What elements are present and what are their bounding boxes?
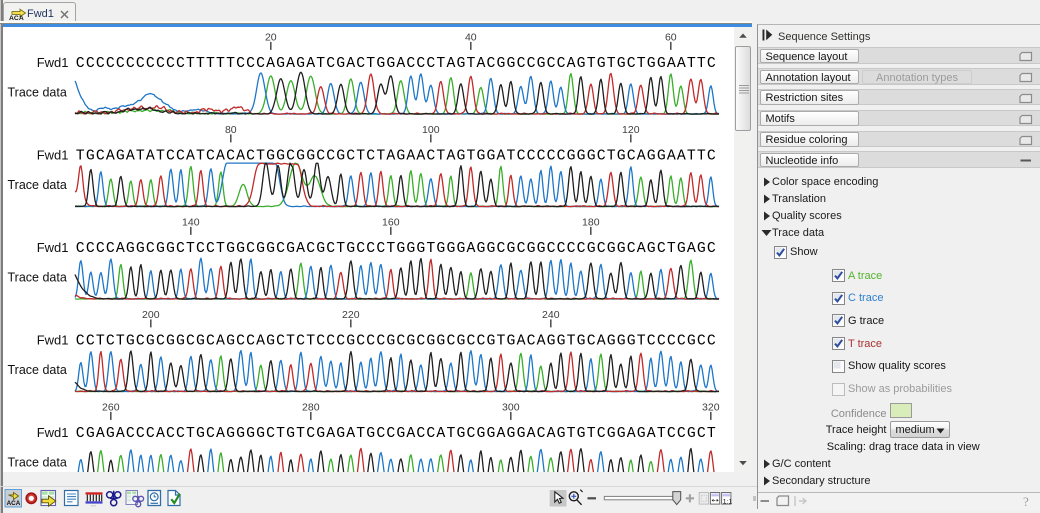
- svg-text:CGAGACCCACCTGCAGGGGCTGTCGAGATG: CGAGACCCACCTGCAGGGGCTGTCGAGATGCCGACCATGC…: [76, 426, 716, 442]
- svg-text:1:1: 1:1: [723, 498, 733, 505]
- svg-text:260: 260: [102, 401, 120, 413]
- svg-text:Fwd1: Fwd1: [37, 425, 69, 440]
- svg-text:280: 280: [302, 401, 320, 413]
- svg-text:120: 120: [622, 124, 640, 136]
- svg-text:Trace data: Trace data: [8, 456, 67, 470]
- svg-text:Fwd1: Fwd1: [37, 333, 69, 348]
- svg-text:Fwd1: Fwd1: [37, 55, 69, 70]
- svg-text:60: 60: [665, 31, 677, 43]
- svg-text:Fwd1: Fwd1: [37, 148, 69, 163]
- svg-text:160: 160: [382, 216, 400, 228]
- svg-text:320: 320: [702, 401, 720, 413]
- svg-text:ACA: ACA: [7, 500, 21, 507]
- svg-text:300: 300: [502, 401, 520, 413]
- svg-text:TGCAGATATCCATCACACTGGCGGCCGCTC: TGCAGATATCCATCACACTGGCGGCCGCTCTAGAACTAGT…: [76, 149, 716, 165]
- svg-text:80: 80: [225, 124, 237, 136]
- svg-text:240: 240: [542, 309, 560, 321]
- svg-text:Trace data: Trace data: [8, 86, 67, 100]
- svg-text:140: 140: [182, 216, 200, 228]
- svg-text:100: 100: [422, 124, 440, 136]
- svg-text:Trace data: Trace data: [8, 363, 67, 377]
- svg-text:Fwd1: Fwd1: [37, 240, 69, 255]
- svg-text:Trace data: Trace data: [8, 271, 67, 285]
- svg-text:40: 40: [465, 31, 477, 43]
- svg-text:180: 180: [582, 216, 600, 228]
- svg-text:20: 20: [265, 31, 277, 43]
- svg-text:200: 200: [142, 309, 160, 321]
- svg-text:CCTCTGCGCGGCGCAGCCAGCTCTCCCGCC: CCTCTGCGCGGCGCAGCCAGCTCTCCCGCCCGCGCGGCGC…: [76, 334, 716, 350]
- svg-text:Trace data: Trace data: [8, 178, 67, 192]
- svg-text:CCCCCCCCCCCTTTTTCCCAGAGATCGACT: CCCCCCCCCCCTTTTTCCCAGAGATCGACTGGACCCTAGT…: [76, 56, 716, 72]
- svg-text:220: 220: [342, 309, 360, 321]
- svg-text:CCCCAGGCGGCTCCTGGCGGCGACGCTGCC: CCCCAGGCGGCTCCTGGCGGCGACGCTGCCCTGGGTGGGA…: [76, 241, 716, 257]
